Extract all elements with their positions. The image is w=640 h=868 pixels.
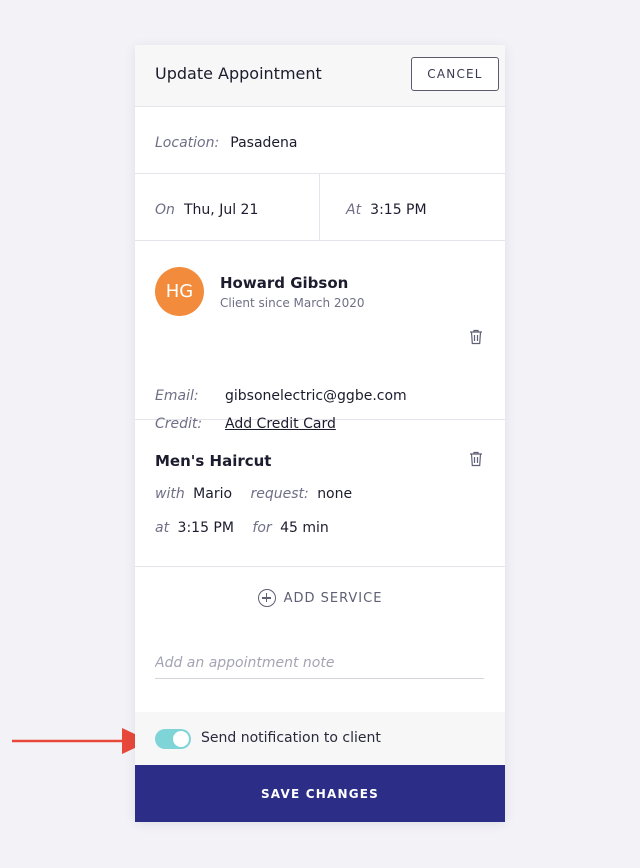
notification-label: Send notification to client [201, 730, 381, 746]
request-value[interactable]: none [317, 486, 352, 502]
add-service-label: ADD SERVICE [283, 590, 383, 606]
date-label: On [155, 202, 175, 218]
location-value: Pasadena [230, 135, 298, 151]
date-field[interactable]: On Thu, Jul 21 [155, 199, 258, 218]
at-label: at [155, 520, 170, 536]
annotation-arrow [12, 728, 150, 754]
staff-value[interactable]: Mario [193, 486, 232, 502]
divider [319, 174, 320, 241]
update-appointment-card: Update Appointment CANCEL Location: Pasa… [135, 45, 505, 822]
service-name: Men's Haircut [155, 452, 272, 470]
date-value: Thu, Jul 21 [184, 202, 259, 218]
date-time-row: On Thu, Jul 21 At 3:15 PM [135, 174, 505, 241]
cancel-button[interactable]: CANCEL [411, 57, 499, 91]
page-title: Update Appointment [155, 64, 322, 83]
trash-icon[interactable] [469, 451, 483, 467]
service-section: Men's Haircut with Mario request: none a… [135, 420, 505, 567]
duration-value[interactable]: 45 min [280, 520, 329, 536]
add-service-button[interactable]: ADD SERVICE [135, 585, 505, 611]
location-label: Location: [155, 135, 220, 151]
service-time-value[interactable]: 3:15 PM [178, 520, 234, 536]
notification-toggle[interactable] [155, 729, 191, 749]
client-since: Client since March 2020 [220, 296, 365, 310]
service-time-line: at 3:15 PM for 45 min [155, 520, 329, 536]
time-field[interactable]: At 3:15 PM [346, 199, 427, 218]
time-value: 3:15 PM [370, 202, 427, 218]
avatar: HG [155, 267, 204, 316]
for-label: for [252, 520, 272, 536]
time-label: At [346, 202, 362, 218]
client-name: Howard Gibson [220, 274, 349, 292]
email-label: Email: [155, 388, 199, 404]
toggle-knob [173, 731, 189, 747]
request-label: request: [250, 486, 309, 502]
notification-row: Send notification to client [135, 712, 505, 765]
client-section: HG Howard Gibson Client since March 2020… [135, 241, 505, 432]
email-value: gibsonelectric@ggbe.com [225, 388, 407, 404]
email-line: Email: gibsonelectric@ggbe.com [155, 388, 407, 404]
trash-icon[interactable] [469, 329, 483, 345]
with-label: with [155, 486, 185, 502]
service-staff-line: with Mario request: none [155, 486, 352, 502]
appointment-note-input[interactable] [155, 651, 484, 679]
header: Update Appointment CANCEL [135, 45, 505, 107]
plus-circle-icon [257, 589, 276, 607]
save-changes-button[interactable]: SAVE CHANGES [135, 765, 505, 822]
location-row[interactable]: Location: Pasadena [135, 107, 505, 174]
